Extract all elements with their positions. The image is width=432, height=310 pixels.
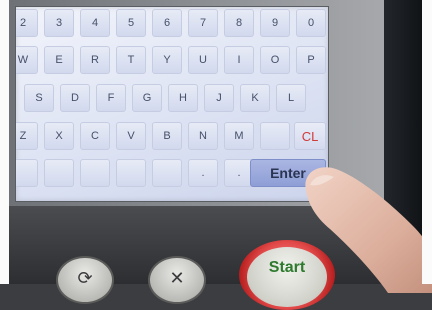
pressing-finger [305, 167, 432, 293]
key-blank-4[interactable] [116, 159, 146, 187]
key-s[interactable]: S [24, 84, 54, 112]
key-period-1[interactable]: . [188, 159, 218, 187]
key-blank-1[interactable] [16, 159, 38, 187]
reset-button[interactable]: ⟳ [56, 256, 114, 304]
key-t[interactable]: T [116, 46, 146, 74]
key-blank-3[interactable] [80, 159, 110, 187]
key-4[interactable]: 4 [80, 9, 110, 37]
key-j[interactable]: J [204, 84, 234, 112]
touch-screen[interactable]: 2 3 4 5 6 7 8 9 0 W E R T Y U I O P S D … [15, 6, 329, 202]
key-e[interactable]: E [44, 46, 74, 74]
key-3[interactable]: 3 [44, 9, 74, 37]
key-blank-2[interactable] [44, 159, 74, 187]
photo-border-right [422, 0, 432, 284]
key-l[interactable]: L [276, 84, 306, 112]
key-5[interactable]: 5 [116, 9, 146, 37]
key-u[interactable]: U [188, 46, 218, 74]
key-c[interactable]: C [80, 122, 110, 150]
key-v[interactable]: V [116, 122, 146, 150]
clear-key[interactable]: CL [294, 122, 326, 150]
key-h[interactable]: H [168, 84, 198, 112]
key-w[interactable]: W [16, 46, 38, 74]
key-8[interactable]: 8 [224, 9, 254, 37]
photo-border-left [0, 0, 9, 284]
key-i[interactable]: I [224, 46, 254, 74]
cancel-button[interactable]: ✕ [148, 256, 206, 304]
key-n[interactable]: N [188, 122, 218, 150]
key-y[interactable]: Y [152, 46, 182, 74]
key-r[interactable]: R [80, 46, 110, 74]
rotate-arrow-icon: ⟳ [77, 268, 93, 288]
key-blank-5[interactable] [152, 159, 182, 187]
x-icon: ✕ [169, 268, 185, 288]
key-p[interactable]: P [296, 46, 326, 74]
key-7[interactable]: 7 [188, 9, 218, 37]
key-b[interactable]: B [152, 122, 182, 150]
key-2[interactable]: 2 [16, 9, 38, 37]
key-9[interactable]: 9 [260, 9, 290, 37]
key-0[interactable]: 0 [296, 9, 326, 37]
key-z[interactable]: Z [16, 122, 38, 150]
key-k[interactable]: K [240, 84, 270, 112]
key-blank[interactable] [260, 122, 290, 150]
key-m[interactable]: M [224, 122, 254, 150]
key-6[interactable]: 6 [152, 9, 182, 37]
key-x[interactable]: X [44, 122, 74, 150]
key-g[interactable]: G [132, 84, 162, 112]
key-o[interactable]: O [260, 46, 290, 74]
key-f[interactable]: F [96, 84, 126, 112]
key-d[interactable]: D [60, 84, 90, 112]
